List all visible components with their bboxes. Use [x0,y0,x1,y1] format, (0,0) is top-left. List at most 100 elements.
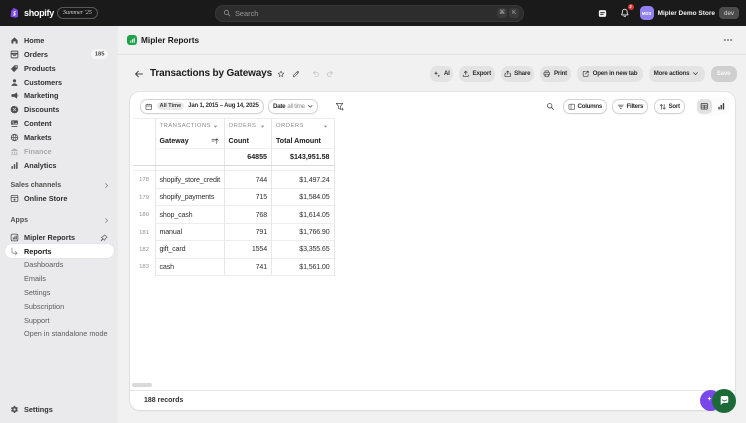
undo-icon[interactable] [312,70,320,78]
group-by-dropdown[interactable]: Dateall time [268,99,318,114]
sidebar-item-label: Support [24,316,50,325]
table-row[interactable]: 180 shop_cash 768 $1,614.05 [133,206,335,223]
redo-icon[interactable] [326,70,334,78]
button-label: Export [473,70,491,77]
dropdown-caret-icon[interactable] [212,123,219,130]
sparkle-icon [433,70,441,78]
sidebar-item-standalone-mode[interactable]: Open in standalone mode [5,327,114,341]
sidebar-item-label: Customers [24,78,62,87]
save-button[interactable]: Save [711,66,737,82]
pin-icon[interactable] [100,234,108,242]
fab-sparkle-icon [707,396,712,401]
chat-fab-button[interactable] [712,389,736,413]
store-name[interactable]: Mipler Demo Store [658,10,715,17]
column-count[interactable]: Count [229,137,268,145]
store-avatar[interactable]: MDS [640,6,654,20]
sidebar-item-label: Marketing [24,91,58,100]
table-footer: 188 records [130,390,735,411]
sort-button[interactable]: Sort [654,99,685,114]
sidebar-item-reports[interactable]: Reports [5,244,114,258]
table-column-header: Gateway Count Total Amount [133,133,335,149]
column-gateway[interactable]: Gateway [160,137,212,145]
sidebar-item-orders[interactable]: Orders 185 [5,48,114,62]
report-table: TRANSACTIONS ORDERS ORDERS Gateway Count… [133,118,335,276]
columns-button[interactable]: Columns [563,99,607,114]
back-button[interactable] [134,69,144,79]
sidebar-item-content[interactable]: Content [5,117,114,131]
sidebar-item-label: Analytics [24,161,56,170]
table-row[interactable]: 179 shopify_payments 715 $1,584.05 [133,189,335,206]
group-header-label: ORDERS [276,123,322,129]
table-row[interactable]: 178 shopify_store_credit 744 $1,497.24 [133,171,335,188]
column-total-amount[interactable]: Total Amount [276,137,330,145]
customers-icon [10,77,20,87]
sidebar-item-subscription[interactable]: Subscription [5,300,114,314]
sidebar-item-home[interactable]: Home [5,34,114,48]
app-menu-button[interactable] [723,35,733,45]
ai-button[interactable]: AI [430,66,453,82]
sidebar-item-label: Content [24,119,52,128]
group-header-label: TRANSACTIONS [160,123,213,129]
gutter-cell [133,149,155,165]
sidebar-section-apps[interactable]: Apps [11,213,111,227]
sidebar-item-finance[interactable]: Finance [5,144,114,158]
shopify-bag-icon [10,7,21,20]
sidebar-item-settings[interactable]: Settings [5,403,114,417]
edit-pencil-icon[interactable] [292,70,300,78]
print-button[interactable]: Print [540,66,572,82]
sidebar-item-settings-app[interactable]: Settings [5,286,114,300]
chart-view-button[interactable] [714,99,729,114]
export-button[interactable]: Export [459,66,495,82]
horizontal-scrollbar[interactable] [132,383,152,387]
sidebar-item-emails[interactable]: Emails [5,272,114,286]
share-button[interactable]: Share [501,66,534,82]
dropdown-caret-icon[interactable] [322,123,329,130]
edition-badge[interactable]: Summer '25 [57,7,98,19]
empty-cell [224,166,272,171]
sort-icon [659,103,667,111]
external-link-icon [582,70,590,78]
sidebar-item-customers[interactable]: Customers [5,75,114,89]
sidebar-item-discounts[interactable]: Discounts [5,103,114,117]
button-label: Filters [627,103,644,110]
table-view-button[interactable] [697,99,712,114]
table-search-icon[interactable] [546,99,555,114]
sidebar-item-label: Orders [24,50,48,59]
table-row[interactable]: 183 cash 741 $1,561.00 [133,259,335,276]
filters-button[interactable]: Filters [612,99,648,114]
sidebar-item-analytics[interactable]: Analytics [5,158,114,172]
search-input[interactable]: Search ⌘ K [215,5,524,22]
inbox-button[interactable] [596,5,610,21]
more-actions-button[interactable]: More actions [649,66,705,82]
favorite-star-icon[interactable] [277,70,285,78]
sidebar-section-sales-channels[interactable]: Sales channels [11,178,111,192]
elbow-arrow-icon [10,246,20,256]
sidebar-item-products[interactable]: Products [5,61,114,75]
sidebar-item-support[interactable]: Support [5,313,114,327]
sidebar-item-label: Markets [24,133,52,142]
sidebar-item-markets[interactable]: Markets [5,131,114,145]
sidebar-item-mipler-reports[interactable]: Mipler Reports [5,231,114,245]
add-filter-icon[interactable] [335,99,344,114]
home-icon [10,36,20,46]
shopify-logo[interactable]: shopify [10,0,54,26]
sidebar-item-marketing[interactable]: Marketing [5,89,114,103]
sidebar-item-online-store[interactable]: Online Store [5,191,114,205]
dropdown-caret-icon[interactable] [259,123,266,130]
sort-ascending-icon[interactable] [211,137,219,145]
cell-count: 1554 [252,245,267,253]
date-range-button[interactable]: All Time Jan 1, 2015 – Aug 14, 2025 [140,99,264,114]
open-new-tab-button[interactable]: Open in new tab [577,66,643,82]
table-row[interactable]: 181 manual 791 $1,766.90 [133,224,335,241]
button-surface: Dateall time [268,99,318,114]
sidebar-item-label: Open in standalone mode [24,329,108,338]
app-title: Mipler Reports [141,35,199,45]
table-row[interactable]: 182 gift_card 1554 $3,355.65 [133,241,335,258]
notification-badge: 2 [628,4,634,10]
kbd-k: K [509,8,519,18]
sidebar-item-dashboards[interactable]: Dashboards [5,258,114,272]
notifications-button[interactable]: 2 [618,5,632,21]
filter-icon [617,103,625,111]
chevron-down-icon [692,70,699,77]
gear-icon [10,405,20,415]
